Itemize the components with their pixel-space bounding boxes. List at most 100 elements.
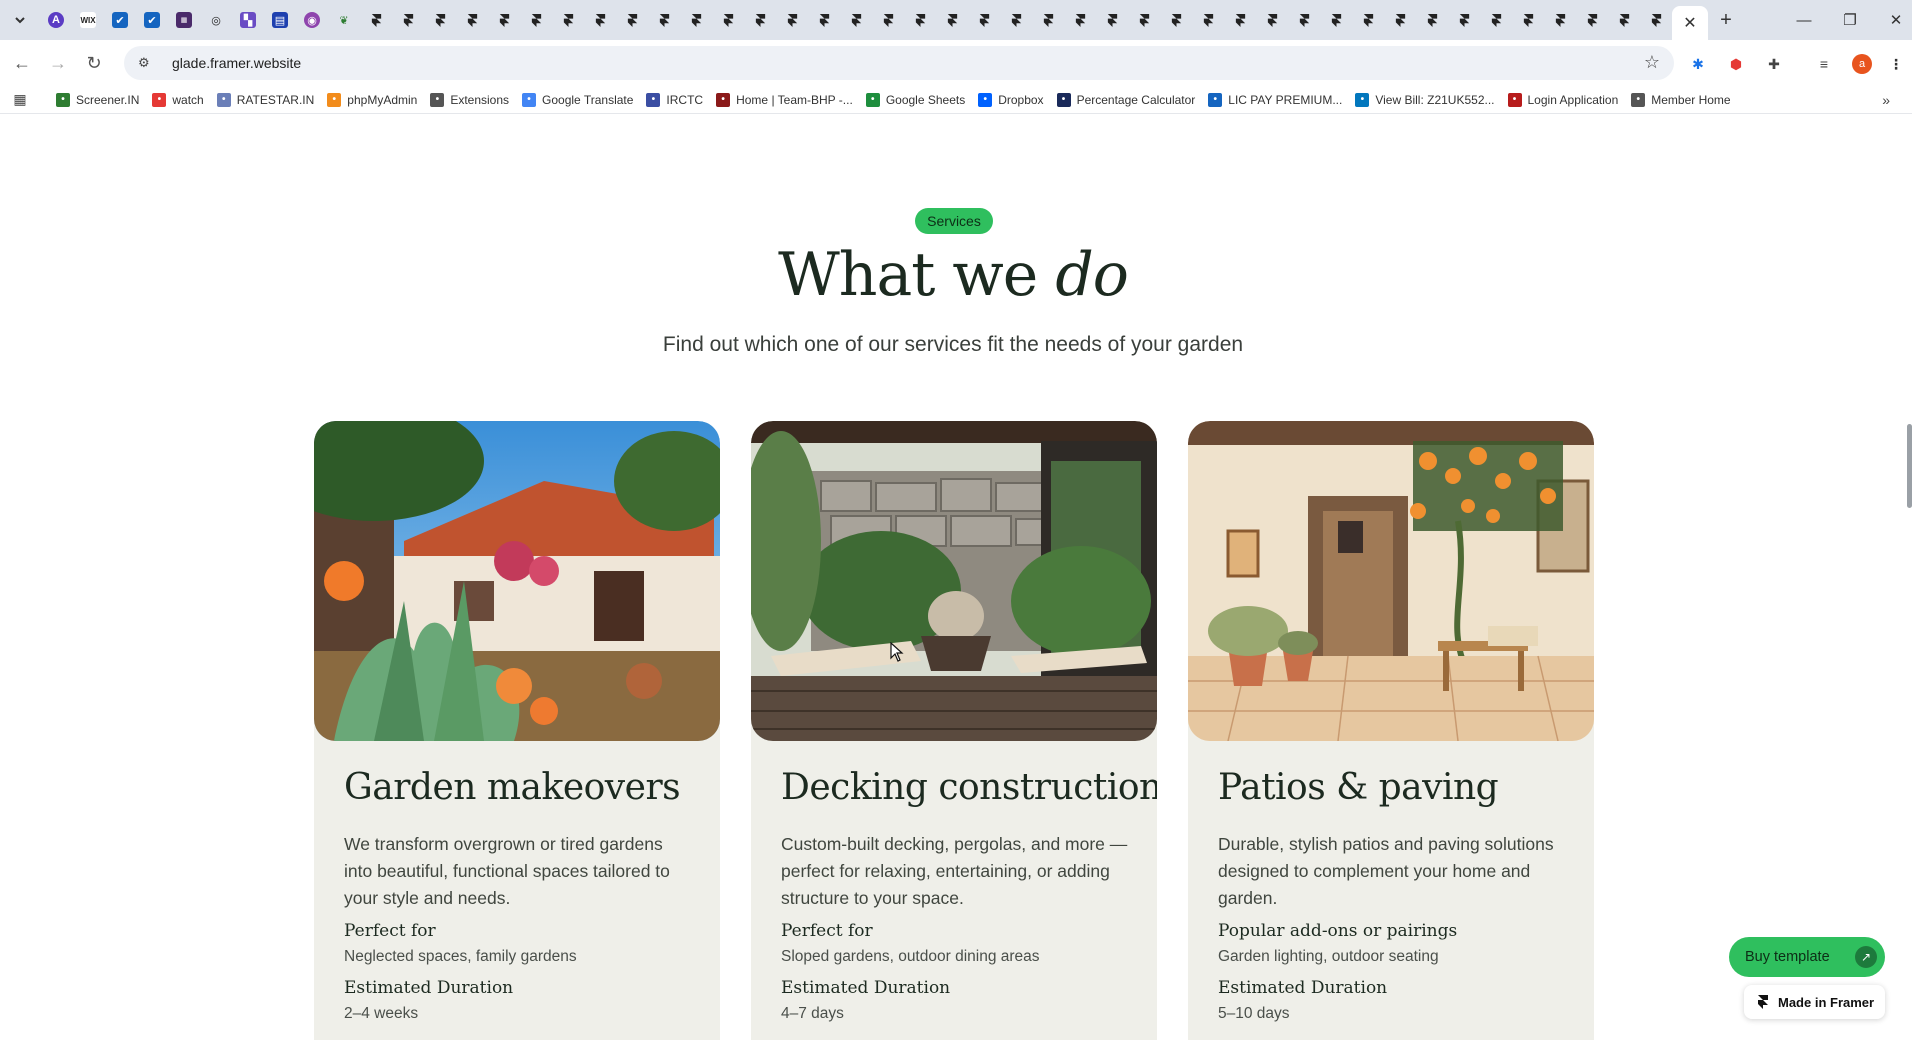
bookmark-item[interactable]: • Percentage Calculator <box>1056 92 1195 107</box>
active-tab-close[interactable]: ✕ <box>1672 6 1708 40</box>
bookmark-item[interactable]: • phpMyAdmin <box>327 92 417 107</box>
framer-tab[interactable] <box>1000 4 1032 36</box>
framer-icon <box>1619 13 1629 27</box>
framer-tab[interactable] <box>1480 4 1512 36</box>
bookmark-item[interactable]: • Login Application <box>1507 92 1618 107</box>
tab-search-button[interactable] <box>0 0 40 40</box>
framer-tab[interactable] <box>1128 4 1160 36</box>
tab[interactable]: ◎ <box>200 4 232 36</box>
minimize-button[interactable]: — <box>1782 0 1826 40</box>
bookmark-item[interactable]: • Extensions <box>430 92 509 107</box>
framer-tab[interactable] <box>1256 4 1288 36</box>
framer-tab[interactable] <box>616 4 648 36</box>
bookmark-item[interactable]: • watch <box>152 92 204 107</box>
table-icon: ▤ <box>272 12 288 28</box>
service-card-patios-paving[interactable]: Patios & paving Durable, stylish patios … <box>1188 421 1594 1040</box>
address-bar[interactable]: ⚙ glade.framer.website ☆ <box>124 46 1674 80</box>
service-card-decking-construction[interactable]: Decking construction Custom-built deckin… <box>751 421 1157 1040</box>
tab[interactable]: ✔ <box>104 4 136 36</box>
framer-tab[interactable] <box>1416 4 1448 36</box>
extension-icon[interactable]: ✱ <box>1686 52 1710 76</box>
bookmark-item[interactable]: • Member Home <box>1631 92 1731 107</box>
new-tab-button[interactable]: + <box>1708 4 1744 36</box>
framer-tab[interactable] <box>904 4 936 36</box>
close-window-button[interactable]: ✕ <box>1874 0 1912 40</box>
framer-tab[interactable] <box>1032 4 1064 36</box>
bookmark-item[interactable]: • Dropbox <box>978 92 1044 107</box>
framer-tab[interactable] <box>424 4 456 36</box>
framer-tab[interactable] <box>488 4 520 36</box>
back-button[interactable]: ← <box>4 45 40 81</box>
made-in-framer-button[interactable]: Made in Framer <box>1744 985 1885 1019</box>
tab[interactable]: ◉ <box>296 4 328 36</box>
chrome-menu-button[interactable]: ⋮ <box>1884 52 1908 76</box>
tab[interactable]: WIX <box>72 4 104 36</box>
tab[interactable]: A <box>40 4 72 36</box>
framer-tab[interactable] <box>872 4 904 36</box>
media-control-button[interactable]: ≡ <box>1812 52 1836 76</box>
framer-tab[interactable] <box>1288 4 1320 36</box>
framer-tab[interactable] <box>776 4 808 36</box>
framer-tab[interactable] <box>552 4 584 36</box>
restore-button[interactable]: ❐ <box>1828 0 1872 40</box>
framer-tab[interactable] <box>1096 4 1128 36</box>
framer-tab[interactable] <box>840 4 872 36</box>
profile-avatar[interactable]: a <box>1850 52 1874 76</box>
card-meta-value: 2–4 weeks <box>344 1005 419 1022</box>
framer-tab[interactable] <box>1224 4 1256 36</box>
buy-template-button[interactable]: Buy template ↗ <box>1729 937 1885 977</box>
framer-tab[interactable] <box>936 4 968 36</box>
framer-tab[interactable] <box>360 4 392 36</box>
bookmark-item[interactable]: • LIC PAY PREMIUM... <box>1208 92 1342 107</box>
bookmark-item[interactable]: • IRCTC <box>646 92 703 107</box>
framer-tab[interactable] <box>1192 4 1224 36</box>
framer-tab[interactable] <box>456 4 488 36</box>
extension-icon[interactable]: ⬢ <box>1724 52 1748 76</box>
framer-tab[interactable] <box>1160 4 1192 36</box>
framer-icon <box>1363 13 1373 27</box>
apps-button[interactable]: ▦ <box>0 91 40 108</box>
more-bookmarks-button[interactable]: » <box>1882 92 1890 108</box>
framer-icon <box>1171 13 1181 27</box>
framer-tab[interactable] <box>712 4 744 36</box>
bookmark-item[interactable]: • RATESTAR.IN <box>216 92 314 107</box>
framer-tab[interactable] <box>680 4 712 36</box>
bookmark-star-icon[interactable]: ☆ <box>1644 52 1660 73</box>
extensions-menu-button[interactable]: ✚ <box>1762 52 1786 76</box>
framer-tab[interactable] <box>968 4 1000 36</box>
bookmark-item[interactable]: • Home | Team-BHP -... <box>716 92 853 107</box>
framer-tab[interactable] <box>808 4 840 36</box>
framer-icon <box>1043 13 1053 27</box>
tab[interactable]: ✔ <box>136 4 168 36</box>
framer-tab[interactable] <box>1448 4 1480 36</box>
framer-tab[interactable] <box>648 4 680 36</box>
url-text[interactable]: glade.framer.website <box>172 55 301 71</box>
service-card-garden-makeovers[interactable]: Garden makeovers We transform overgrown … <box>314 421 720 1040</box>
bookmark-item[interactable]: • Screener.IN <box>56 92 139 107</box>
bookmark-item[interactable]: • View Bill: Z21UK552... <box>1355 92 1495 107</box>
page-scrollbar[interactable] <box>1906 114 1912 1040</box>
tab[interactable]: ❦ <box>328 4 360 36</box>
framer-tab[interactable] <box>1608 4 1640 36</box>
tab[interactable]: ▦ <box>168 4 200 36</box>
framer-tab[interactable] <box>744 4 776 36</box>
site-settings-icon[interactable]: ⚙ <box>138 55 158 71</box>
framer-tab[interactable] <box>1384 4 1416 36</box>
framer-tab[interactable] <box>1512 4 1544 36</box>
framer-tab[interactable] <box>1576 4 1608 36</box>
forward-button[interactable]: → <box>40 45 76 81</box>
bookmark-item[interactable]: • Google Translate <box>522 92 633 107</box>
bookmark-item[interactable]: • Google Sheets <box>865 92 965 107</box>
framer-tab[interactable] <box>1640 4 1672 36</box>
scrollbar-thumb[interactable] <box>1907 424 1912 508</box>
tab[interactable]: ▤ <box>264 4 296 36</box>
framer-tab[interactable] <box>520 4 552 36</box>
framer-tab[interactable] <box>1320 4 1352 36</box>
reload-button[interactable]: ↻ <box>76 45 112 81</box>
framer-tab[interactable] <box>1544 4 1576 36</box>
framer-tab[interactable] <box>392 4 424 36</box>
tab[interactable]: ▚ <box>232 4 264 36</box>
framer-tab[interactable] <box>1352 4 1384 36</box>
framer-tab[interactable] <box>1064 4 1096 36</box>
framer-tab[interactable] <box>584 4 616 36</box>
